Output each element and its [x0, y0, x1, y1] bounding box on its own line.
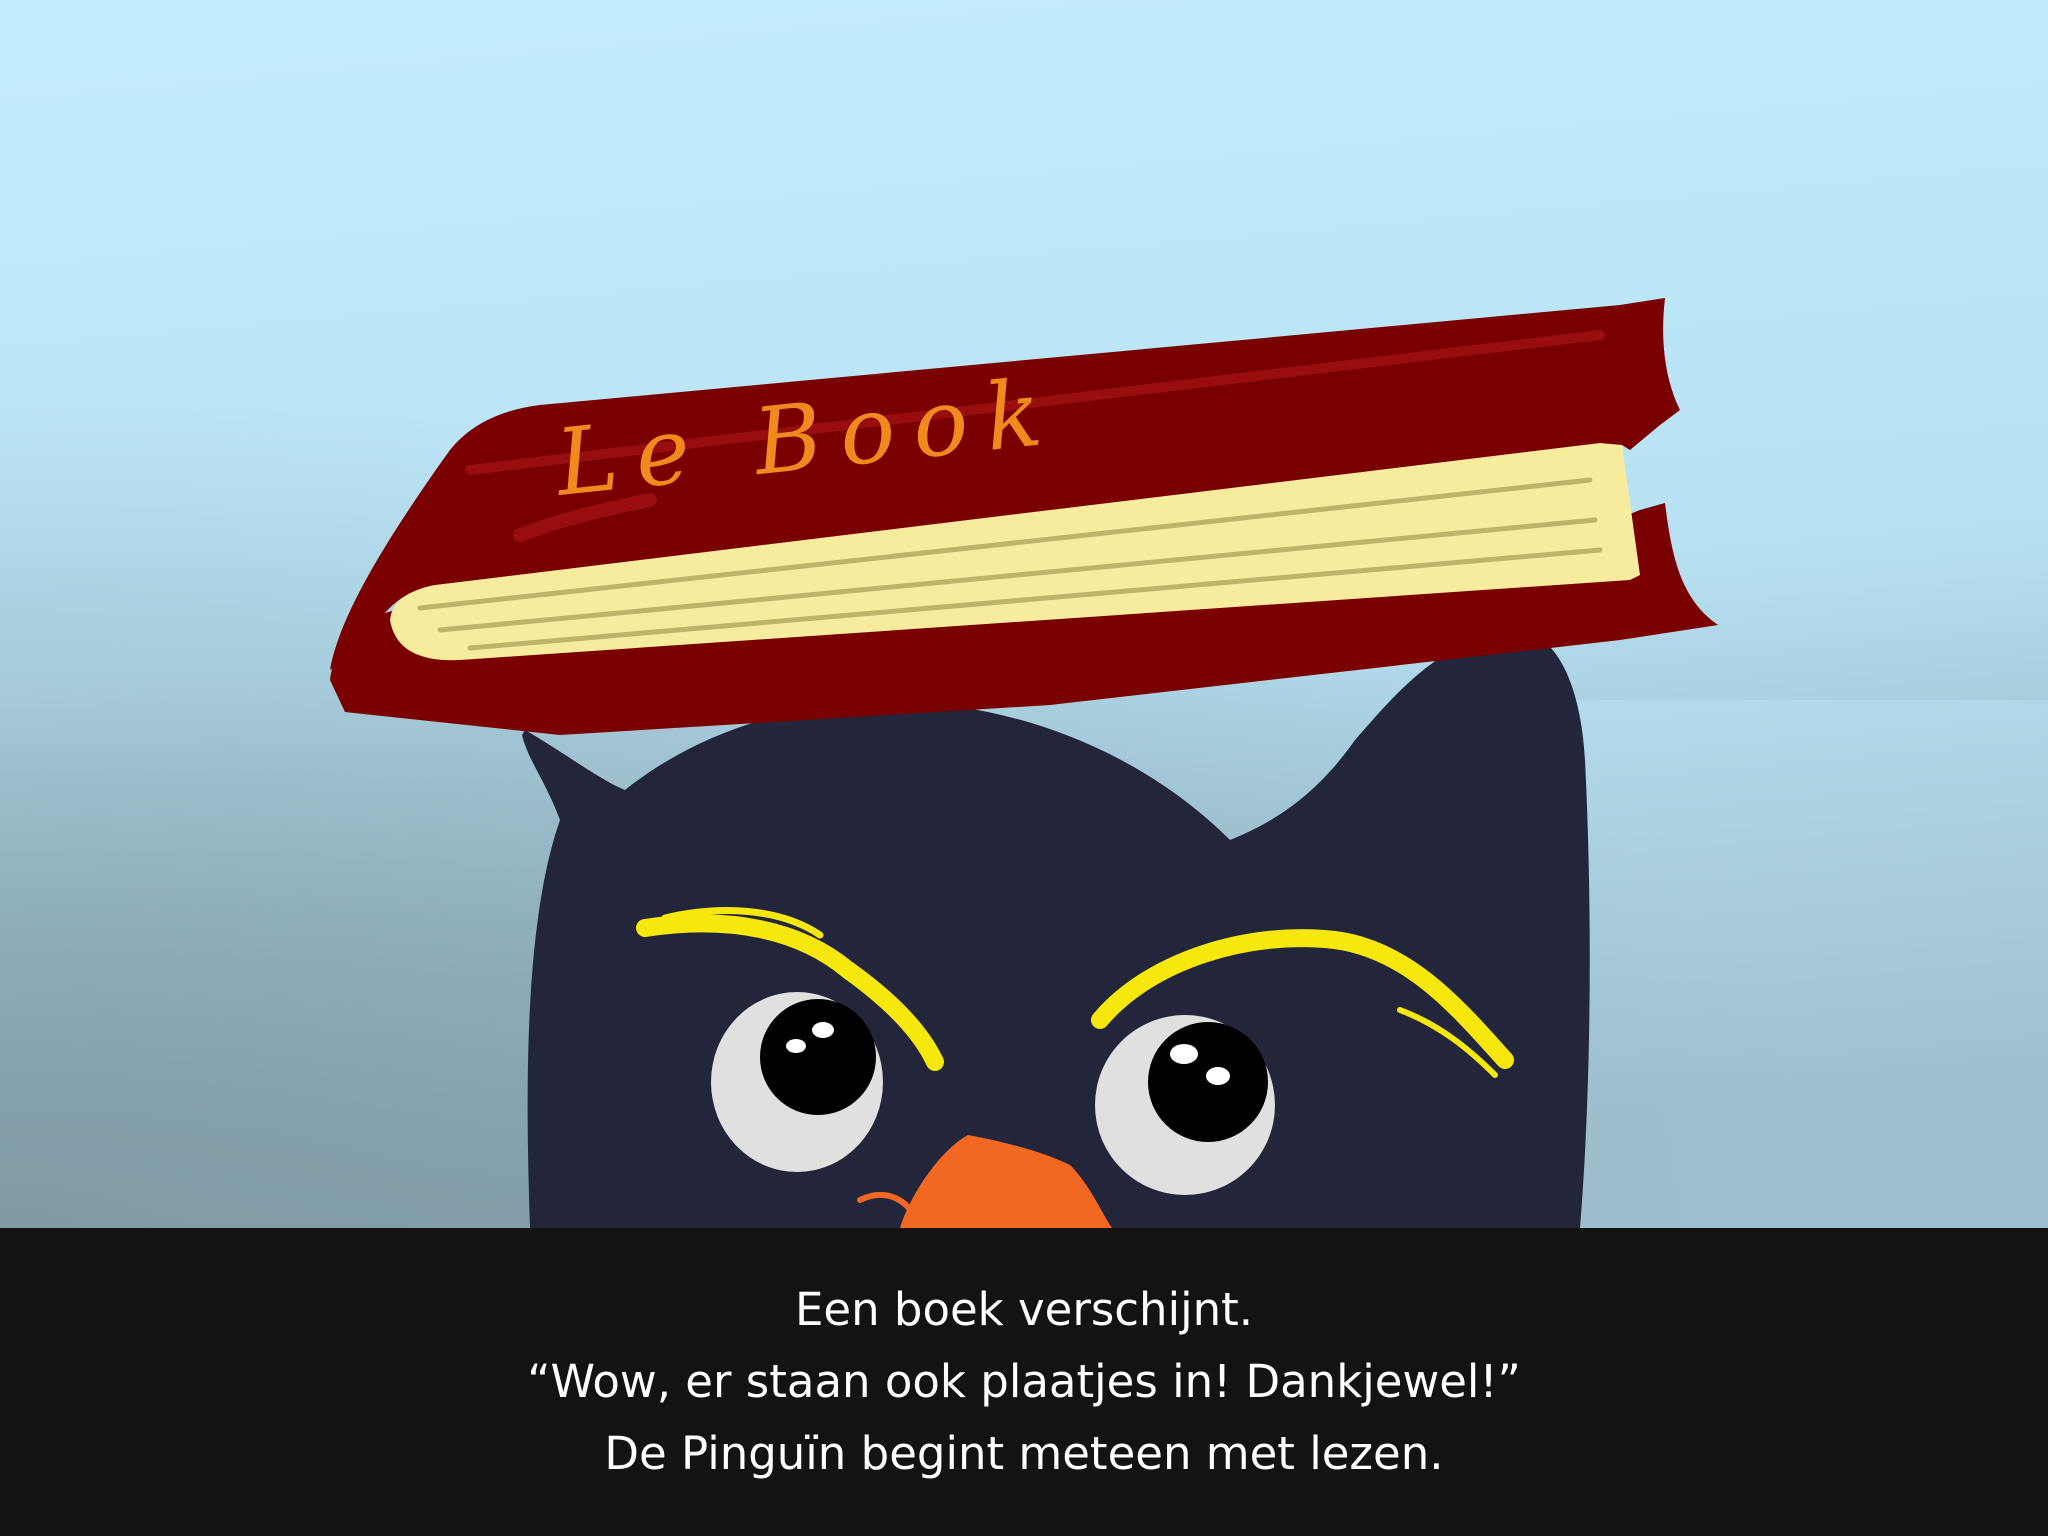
- caption-line-3: De Pinguïn begint meteen met lezen.: [604, 1427, 1444, 1480]
- caption-bar: Een boek verschijnt. “Wow, er staan ook …: [0, 1228, 2048, 1536]
- illustration: Le Book: [0, 0, 2048, 1228]
- caption-line-2: “Wow, er staan ook plaatjes in! Dankjewe…: [527, 1355, 1521, 1408]
- caption-line-1: Een boek verschijnt.: [794, 1283, 1254, 1336]
- storybook-page: Le Book Een boek verschijnt. “Wow, er st…: [0, 0, 2048, 1536]
- right-eye: [1095, 1015, 1275, 1195]
- left-eye: [711, 992, 883, 1172]
